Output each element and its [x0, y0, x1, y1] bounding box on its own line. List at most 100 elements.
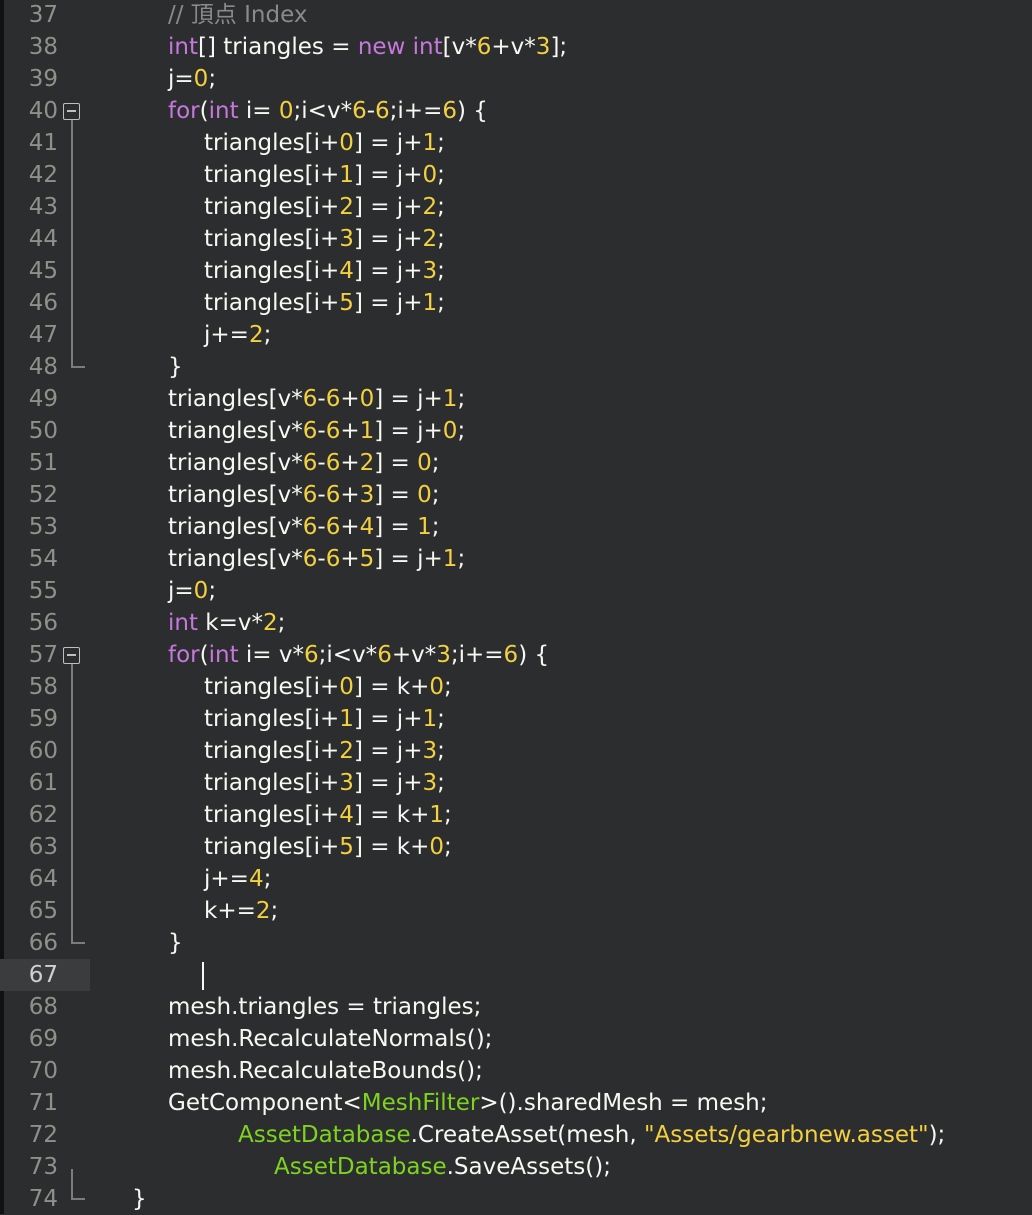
- code-line[interactable]: 40 for(int i= 0;i<v*6-6;i+=6) {: [0, 95, 1032, 127]
- fold-collapse-icon[interactable]: [63, 647, 80, 664]
- code-text[interactable]: triangles[i+3] = j+2;: [204, 223, 445, 255]
- code-text[interactable]: triangles[v*6-6+1] = j+0;: [168, 415, 465, 447]
- code-text[interactable]: mesh.RecalculateNormals();: [168, 1023, 492, 1055]
- code-text[interactable]: for(int i= 0;i<v*6-6;i+=6) {: [168, 95, 488, 127]
- code-line[interactable]: 64 j+=4;: [0, 863, 1032, 895]
- code-line[interactable]: 56 int k=v*2;: [0, 607, 1032, 639]
- code-line[interactable]: 50 triangles[v*6-6+1] = j+0;: [0, 415, 1032, 447]
- token: ;: [431, 450, 440, 476]
- token: "Assets/gearbnew.asset": [643, 1122, 929, 1148]
- fold-collapse-icon[interactable]: [63, 103, 80, 120]
- token: triangles[v*: [168, 450, 303, 476]
- token: 6: [325, 386, 341, 412]
- code-line[interactable]: 46 triangles[i+5] = j+1;: [0, 287, 1032, 319]
- code-text[interactable]: triangles[i+2] = j+3;: [204, 735, 445, 767]
- code-line[interactable]: 39 j=0;: [0, 63, 1032, 95]
- code-line[interactable]: 45 triangles[i+4] = j+3;: [0, 255, 1032, 287]
- code-text[interactable]: }: [168, 351, 183, 383]
- code-line[interactable]: 60 triangles[i+2] = j+3;: [0, 735, 1032, 767]
- token: 5: [359, 546, 375, 572]
- token: 4: [339, 258, 354, 284]
- token: ;i+=: [450, 642, 504, 668]
- code-line[interactable]: 62 triangles[i+4] = k+1;: [0, 799, 1032, 831]
- code-line[interactable]: 42 triangles[i+1] = j+0;: [0, 159, 1032, 191]
- code-text[interactable]: }: [132, 1183, 147, 1215]
- fold-end-marker: [71, 1186, 85, 1200]
- token: triangles[i+: [204, 770, 340, 796]
- code-line[interactable]: 55 j=0;: [0, 575, 1032, 607]
- code-text[interactable]: j=0;: [168, 575, 216, 607]
- line-number: 53: [28, 514, 58, 540]
- token: (: [199, 642, 209, 668]
- code-text[interactable]: triangles[v*6-6+2] = 0;: [168, 447, 440, 479]
- token: for: [168, 642, 200, 668]
- code-text[interactable]: triangles[i+2] = j+2;: [204, 191, 445, 223]
- token: ] = j+: [353, 738, 423, 764]
- code-line[interactable]: 72 AssetDatabase.CreateAsset(mesh, "Asset…: [0, 1119, 1032, 1151]
- code-text[interactable]: j=0;: [168, 63, 216, 95]
- code-line[interactable]: 47 j+=2;: [0, 319, 1032, 351]
- code-text[interactable]: }: [168, 927, 183, 959]
- code-text[interactable]: triangles[i+0] = j+1;: [204, 127, 445, 159]
- code-editor[interactable]: 37// 頂点 Index 38 int[] triangles = new int…: [0, 0, 1032, 1214]
- token: 3: [422, 738, 438, 764]
- code-line[interactable]: 52 triangles[v*6-6+3] = 0;: [0, 479, 1032, 511]
- code-text[interactable]: int[] triangles = new int[v*6+v*3];: [168, 31, 567, 63]
- code-text[interactable]: j+=4;: [204, 863, 271, 895]
- line-number: 43: [28, 194, 58, 220]
- code-text[interactable]: int k=v*2;: [168, 607, 285, 639]
- code-text[interactable]: triangles[i+1] = j+0;: [204, 159, 445, 191]
- code-text[interactable]: triangles[i+5] = j+1;: [204, 287, 445, 319]
- code-line[interactable]: 68 mesh.triangles = triangles;: [0, 991, 1032, 1023]
- code-line[interactable]: 65 k+=2;: [0, 895, 1032, 927]
- token: ;: [431, 482, 440, 508]
- code-line[interactable]: 61 triangles[i+3] = j+3;: [0, 767, 1032, 799]
- code-text[interactable]: AssetDatabase.CreateAsset(mesh, "Assets/…: [238, 1119, 945, 1151]
- code-text[interactable]: // 頂点 Index: [168, 0, 307, 31]
- code-text[interactable]: mesh.RecalculateBounds();: [168, 1055, 483, 1087]
- code-text[interactable]: triangles[v*6-6+3] = 0;: [168, 479, 440, 511]
- token: triangles[v*: [168, 418, 303, 444]
- code-line[interactable]: 37 // 頂点 Index: [0, 0, 1032, 31]
- code-text[interactable]: j+=2;: [204, 319, 271, 351]
- code-text[interactable]: mesh.triangles = triangles;: [168, 991, 481, 1023]
- code-line[interactable]: 67: [0, 959, 1032, 991]
- code-line[interactable]: 48}: [0, 351, 1032, 383]
- code-line[interactable]: 53 triangles[v*6-6+4] = 1;: [0, 511, 1032, 543]
- token: // 頂点 Index: [168, 2, 308, 28]
- code-line[interactable]: 58 triangles[i+0] = k+0;: [0, 671, 1032, 703]
- code-line[interactable]: 63 triangles[i+5] = k+0;: [0, 831, 1032, 863]
- code-line[interactable]: 41 triangles[i+0] = j+1;: [0, 127, 1032, 159]
- code-text[interactable]: triangles[i+5] = k+0;: [204, 831, 452, 863]
- code-text[interactable]: k+=2;: [204, 895, 278, 927]
- code-text[interactable]: triangles[i+4] = j+3;: [204, 255, 445, 287]
- code-text[interactable]: for(int i= v*6;i<v*6+v*3;i+=6) {: [168, 639, 549, 671]
- token: 0: [417, 482, 432, 508]
- code-text[interactable]: triangles[v*6-6+5] = j+1;: [168, 543, 465, 575]
- code-line[interactable]: 57 for(int i= v*6;i<v*6+v*3;i+=6) {: [0, 639, 1032, 671]
- code-line[interactable]: 43 triangles[i+2] = j+2;: [0, 191, 1032, 223]
- code-text[interactable]: triangles[i+3] = j+3;: [204, 767, 445, 799]
- code-line[interactable]: 38 int[] triangles = new int[v*6+v*3];: [0, 31, 1032, 63]
- code-line[interactable]: 73 AssetDatabase.SaveAssets();: [0, 1151, 1032, 1183]
- code-line[interactable]: 74}: [0, 1183, 1032, 1215]
- code-text[interactable]: triangles[v*6-6+4] = 1;: [168, 511, 440, 543]
- line-number: 69: [28, 1026, 58, 1052]
- code-line[interactable]: 44 triangles[i+3] = j+2;: [0, 223, 1032, 255]
- code-text[interactable]: triangles[v*6-6+0] = j+1;: [168, 383, 465, 415]
- code-text[interactable]: triangles[i+0] = k+0;: [204, 671, 452, 703]
- code-line[interactable]: 59 triangles[i+1] = j+1;: [0, 703, 1032, 735]
- code-text[interactable]: AssetDatabase.SaveAssets();: [274, 1151, 611, 1183]
- token: 3: [422, 770, 438, 796]
- code-line[interactable]: 70 mesh.RecalculateBounds();: [0, 1055, 1032, 1087]
- code-text[interactable]: triangles[i+4] = k+1;: [204, 799, 452, 831]
- code-line[interactable]: 51 triangles[v*6-6+2] = 0;: [0, 447, 1032, 479]
- code-line[interactable]: 71 GetComponent<MeshFilter>().sharedMesh …: [0, 1087, 1032, 1119]
- code-line[interactable]: 66}: [0, 927, 1032, 959]
- code-line[interactable]: 54 triangles[v*6-6+5] = j+1;: [0, 543, 1032, 575]
- code-text[interactable]: GetComponent<MeshFilter>().sharedMesh = …: [168, 1087, 768, 1119]
- code-line[interactable]: 69 mesh.RecalculateNormals();: [0, 1023, 1032, 1055]
- token: 0: [429, 674, 445, 700]
- code-line[interactable]: 49 triangles[v*6-6+0] = j+1;: [0, 383, 1032, 415]
- code-text[interactable]: triangles[i+1] = j+1;: [204, 703, 445, 735]
